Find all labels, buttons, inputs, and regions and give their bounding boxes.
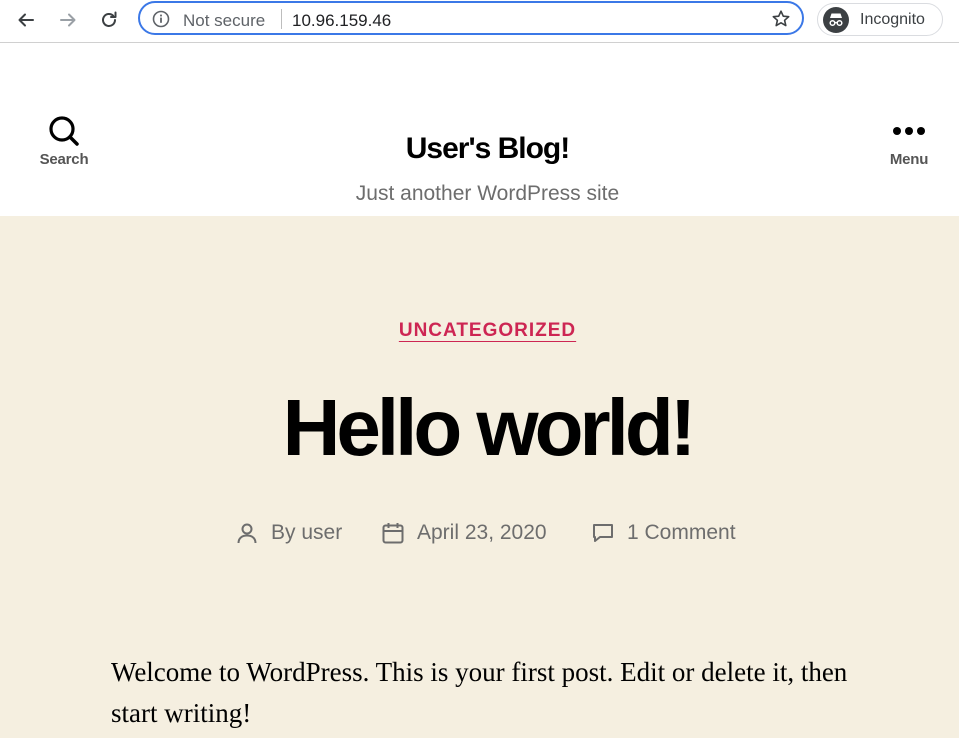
forward-arrow-icon <box>60 13 76 27</box>
reload-icon <box>102 11 117 27</box>
site-title[interactable]: User's Blog! <box>0 132 959 166</box>
post-comments: 1 Comment <box>591 519 736 547</box>
forward-button[interactable] <box>53 5 83 35</box>
back-button[interactable] <box>11 5 41 35</box>
bookmark-star-icon[interactable] <box>770 8 792 30</box>
menu-toggle-label: Menu <box>889 151 929 168</box>
site-description: Just another WordPress site <box>355 182 620 205</box>
url-text[interactable]: 10.96.159.46 <box>292 11 391 31</box>
comments-link[interactable]: 1 Comment <box>627 521 736 545</box>
security-status-label[interactable]: Not secure <box>183 11 265 31</box>
post-article: UNCATEGORIZED Hello world! By user April… <box>0 216 959 738</box>
omnibox-divider <box>281 9 282 29</box>
calendar-icon <box>382 523 404 544</box>
author-link[interactable]: By user <box>271 521 342 545</box>
category-link[interactable]: UNCATEGORIZED <box>399 320 576 341</box>
incognito-icon <box>823 7 849 33</box>
incognito-button[interactable]: Incognito <box>817 3 943 36</box>
date-link[interactable]: April 23, 2020 <box>417 521 547 545</box>
reload-button[interactable] <box>94 5 124 35</box>
menu-toggle-button[interactable]: Menu <box>854 115 959 171</box>
browser-toolbar: Not secure 10.96.159.46 Incognito <box>0 0 959 43</box>
post-content: Welcome to WordPress. This is your first… <box>111 657 848 728</box>
person-icon <box>237 523 257 544</box>
incognito-label: Incognito <box>860 11 925 28</box>
site-header: Search User's Blog! Just another WordPre… <box>0 43 959 216</box>
post-date: April 23, 2020 <box>381 519 547 547</box>
address-bar[interactable]: Not secure 10.96.159.46 <box>138 1 804 35</box>
ellipsis-icon <box>893 127 925 135</box>
info-icon[interactable] <box>152 10 170 28</box>
post-category: UNCATEGORIZED <box>0 320 959 342</box>
back-arrow-icon <box>18 13 34 27</box>
post-title: Hello world! <box>282 383 697 472</box>
post-author: By user <box>235 519 342 547</box>
comment-icon <box>593 524 613 542</box>
